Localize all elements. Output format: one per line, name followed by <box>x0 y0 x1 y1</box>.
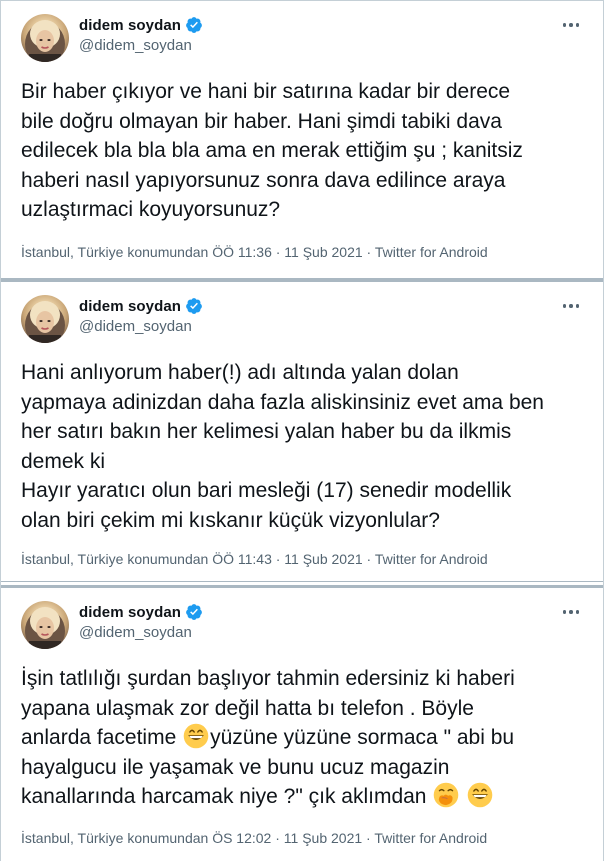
tweet-timestamp[interactable]: İstanbul, Türkiye konumundan ÖS 12:02 · … <box>21 830 374 846</box>
tweet-timestamp[interactable]: İstanbul, Türkiye konumundan ÖÖ 11:43 · … <box>21 551 375 567</box>
tweet-text-line: edilecek bla bla bla ama en merak ettiği… <box>21 139 523 162</box>
tweet-text-line: haberi nasıl yapıyorsunuz sonra dava edi… <box>21 168 506 192</box>
tweet-text-line: olan biri çekim mi kıskanır küçük vizyon… <box>21 508 440 532</box>
tweet-text-line: uzlaştırmaci koyuyorsunuz? <box>21 198 281 221</box>
tweet-text-segment: yüzüne yüzüne sormaca " abi bu <box>210 726 515 749</box>
verified-badge-icon <box>186 298 202 314</box>
tweet-text-line: Hayır yaratıcı olun bari mesleği (17) se… <box>21 479 512 502</box>
tweet-text-line: her satırı bakın her kelimesi yalan habe… <box>21 420 512 443</box>
tweet-text-line: hayalgucu ile yaşamak ve bunu ucuz magaz… <box>21 755 450 779</box>
verified-badge-icon <box>186 604 202 620</box>
display-name[interactable]: didem soydan <box>79 604 181 621</box>
author-handle[interactable]: @didem_soydan <box>79 624 192 641</box>
tweet-meta: İstanbul, Türkiye konumundan ÖS 12:02 · … <box>21 830 487 846</box>
author-name-row[interactable]: didem soydan <box>79 602 203 622</box>
grinning-face-emoji-icon <box>467 782 493 808</box>
tweet-source-link[interactable]: Twitter for Android <box>375 244 488 260</box>
tweet-text-line: bile doğru olmayan bir haber. Hani şimdi… <box>21 109 502 133</box>
tweet-1[interactable]: didem soydan @didem_soydan Bir haber çık… <box>1 1 603 279</box>
tweet-text-line: demek ki <box>21 449 106 473</box>
face-with-hand-over-mouth-emoji-icon <box>434 782 459 808</box>
author-handle[interactable]: @didem_soydan <box>79 37 192 54</box>
tweet-thread: didem soydan @didem_soydan Bir haber çık… <box>0 0 604 861</box>
tweet-text-segment: kanallarında harcamak niye ?" çık aklımd… <box>21 785 427 808</box>
tweet-timestamp[interactable]: İstanbul, Türkiye konumundan ÖÖ 11:36 · … <box>21 244 375 260</box>
more-options-icon[interactable] <box>559 17 583 33</box>
grinning-face-emoji-icon <box>183 723 209 749</box>
author-name-row[interactable]: didem soydan <box>79 15 203 35</box>
display-name[interactable]: didem soydan <box>79 298 181 315</box>
tweet-text-segment: anlarda facetime <box>21 726 177 749</box>
tweet-meta: İstanbul, Türkiye konumundan ÖÖ 11:43 · … <box>21 551 488 567</box>
tweet-text-line: Bir haber çıkıyor ve hani bir satırına k… <box>21 80 511 103</box>
tweet-text-line: anlarda facetime yüzüne yüzüne sormaca "… <box>21 723 589 753</box>
more-options-icon[interactable] <box>559 298 583 314</box>
tweet-2[interactable]: didem soydan @didem_soydan Hani anlıyoru… <box>1 279 603 582</box>
verified-badge-icon <box>186 17 202 33</box>
author-handle[interactable]: @didem_soydan <box>79 318 192 335</box>
more-options-icon[interactable] <box>559 604 583 620</box>
tweet-source-link[interactable]: Twitter for Android <box>375 551 488 567</box>
tweet-meta: İstanbul, Türkiye konumundan ÖÖ 11:36 · … <box>21 244 488 260</box>
tweet-text-line: yapana ulaşmak zor değil hatta bı telefo… <box>21 696 474 720</box>
display-name[interactable]: didem soydan <box>79 17 181 34</box>
tweet-text-line: Hani anlıyorum haber(!) adı altında yala… <box>21 361 459 384</box>
tweet-text: Bir haber çıkıyor ve hani bir satırına k… <box>21 77 589 225</box>
avatar[interactable] <box>21 295 69 343</box>
avatar[interactable] <box>21 14 69 62</box>
avatar[interactable] <box>21 601 69 649</box>
tweet-text: İşin tatlılığı şurdan başlıyor tahmin ed… <box>21 664 589 812</box>
tweet-text-line: İşin tatlılığı şurdan başlıyor tahmin ed… <box>21 667 515 690</box>
tweet-text: Hani anlıyorum haber(!) adı altında yala… <box>21 358 589 535</box>
tweet-text-line: yapmaya adinizdan daha fazla aliskinsini… <box>21 390 544 414</box>
author-name-row[interactable]: didem soydan <box>79 296 203 316</box>
tweet-text-line: kanallarında harcamak niye ?" çık aklımd… <box>21 782 589 812</box>
tweet-3[interactable]: didem soydan @didem_soydan İşin tatlılığ… <box>1 585 603 861</box>
tweet-source-link[interactable]: Twitter for Android <box>374 830 487 846</box>
